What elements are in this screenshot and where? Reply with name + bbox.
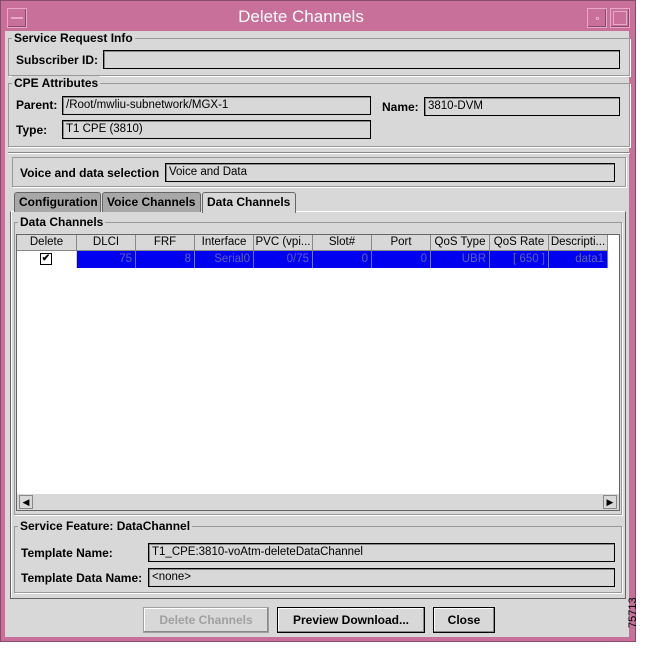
service-feature-label: Service Feature: DataChannel: [18, 519, 193, 533]
table-cell[interactable]: data1: [549, 251, 608, 268]
minimize-button[interactable]: [587, 8, 607, 28]
horizontal-scrollbar[interactable]: [17, 494, 619, 510]
parent-label: Parent:: [16, 98, 58, 112]
column-header[interactable]: Delete: [17, 235, 77, 251]
table-cell[interactable]: Serial0: [195, 251, 254, 268]
tab-data-channels[interactable]: Data Channels: [202, 192, 296, 213]
scroll-right-button[interactable]: ▶: [603, 495, 617, 509]
column-header[interactable]: Descripti...: [549, 235, 608, 251]
data-channels-label: Data Channels: [18, 215, 106, 229]
service-request-label: Service Request Info: [12, 31, 135, 45]
divider: [8, 152, 630, 153]
template-data-name-field[interactable]: <none>: [148, 568, 615, 587]
column-header[interactable]: QoS Type: [431, 235, 490, 251]
selection-label: Voice and data selection: [20, 166, 160, 180]
window-title: Delete Channels: [238, 7, 364, 26]
column-header[interactable]: DLCI: [77, 235, 136, 251]
tab-voice-channels[interactable]: Voice Channels: [102, 192, 201, 212]
delete-channels-button[interactable]: Delete Channels: [143, 607, 269, 633]
template-data-name-label: Template Data Name:: [21, 571, 143, 585]
column-header[interactable]: QoS Rate: [490, 235, 549, 251]
subscriber-id-label: Subscriber ID:: [16, 53, 99, 67]
parent-field[interactable]: /Root/mwliu-subnetwork/MGX-1: [62, 96, 371, 115]
column-header[interactable]: Slot#: [313, 235, 372, 251]
table-cell[interactable]: 0/75: [254, 251, 313, 268]
data-channels-table: [16, 234, 620, 511]
subscriber-id-field[interactable]: [103, 50, 620, 69]
selection-field[interactable]: Voice and Data: [165, 163, 615, 182]
name-field[interactable]: 3810-DVM: [424, 97, 620, 116]
table-cell[interactable]: 0: [313, 251, 372, 268]
column-header[interactable]: FRF: [136, 235, 195, 251]
column-header[interactable]: Port: [372, 235, 431, 251]
table-cell[interactable]: [ 650 ]: [490, 251, 549, 268]
table-cell[interactable]: UBR: [431, 251, 490, 268]
type-label: Type:: [16, 123, 48, 137]
tab-configuration[interactable]: Configuration: [14, 192, 101, 212]
delete-checkbox[interactable]: ✔: [40, 253, 52, 265]
table-cell[interactable]: 75: [77, 251, 136, 268]
column-header[interactable]: Interface: [195, 235, 254, 251]
close-button[interactable]: Close: [433, 607, 495, 633]
template-name-field[interactable]: T1_CPE:3810-voAtm-deleteDataChannel: [148, 543, 615, 562]
figure-id: 75713: [627, 597, 639, 628]
table-row-delete-cell: ✔: [17, 251, 77, 268]
maximize-button[interactable]: [610, 8, 630, 28]
minimize-icon: [596, 17, 599, 20]
type-field[interactable]: T1 CPE (3810): [62, 120, 371, 139]
title-bar[interactable]: Delete Channels: [1, 1, 635, 33]
scroll-left-button[interactable]: ◀: [19, 495, 33, 509]
table-cell[interactable]: 8: [136, 251, 195, 268]
table-cell[interactable]: 0: [372, 251, 431, 268]
column-header[interactable]: PVC (vpi...: [254, 235, 313, 251]
name-label: Name:: [382, 100, 419, 114]
maximize-icon: [613, 11, 627, 25]
preview-download-button[interactable]: Preview Download...: [277, 607, 425, 633]
template-name-label: Template Name:: [21, 546, 113, 560]
cpe-attributes-label: CPE Attributes: [12, 76, 101, 90]
